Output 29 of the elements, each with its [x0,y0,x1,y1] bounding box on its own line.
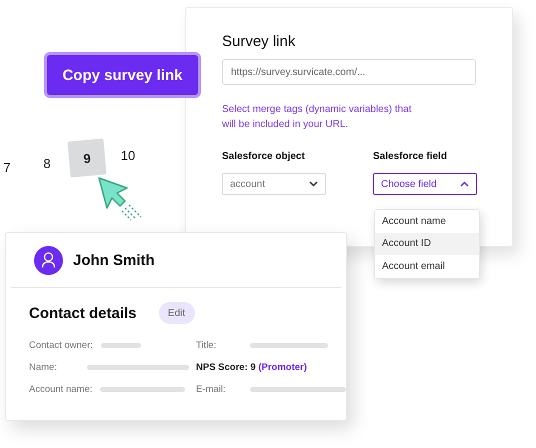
edit-button[interactable]: Edit [158,302,195,324]
avatar-icon [34,246,63,274]
helper-text: Select merge tags (dynamic variables) that will be included in your URL. [222,103,413,132]
field-label: Salesforce field [373,151,448,163]
contact-name: John Smith [73,252,155,268]
select-field[interactable]: account [222,173,326,195]
detail-label: E-mail: [196,384,226,394]
card-title: Survey link [222,33,296,50]
nps-score: NPS Score: 9 (Promoter) [196,362,307,372]
copy-link-button[interactable]: Copy survey link [44,52,201,98]
dropdown-option[interactable]: Account name [375,210,479,232]
rating-option[interactable]: 7 [0,149,25,185]
detail-label: Contact owner: [29,340,93,350]
dropdown-option[interactable]: Account ID [375,232,479,255]
chevron-up-icon [460,181,469,187]
rating-option[interactable]: 10 [110,137,146,173]
url-field[interactable]: https://survey.survicate.com/... [222,59,476,85]
select-field[interactable]: Choose field [373,173,477,195]
detail-label: Title: [196,340,216,350]
dropdown-option[interactable]: Account email [375,255,479,278]
rating-option[interactable]: 9 [68,138,106,178]
detail-label: Name: [29,362,57,372]
section-title: Contact details [29,304,137,322]
field-label: Salesforce object [222,151,306,163]
chevron-down-icon [309,181,318,187]
rating-option[interactable]: 8 [29,145,65,181]
detail-label: Account name: [29,384,92,394]
cursor-icon [98,177,142,221]
placeholder-bar [100,342,141,348]
